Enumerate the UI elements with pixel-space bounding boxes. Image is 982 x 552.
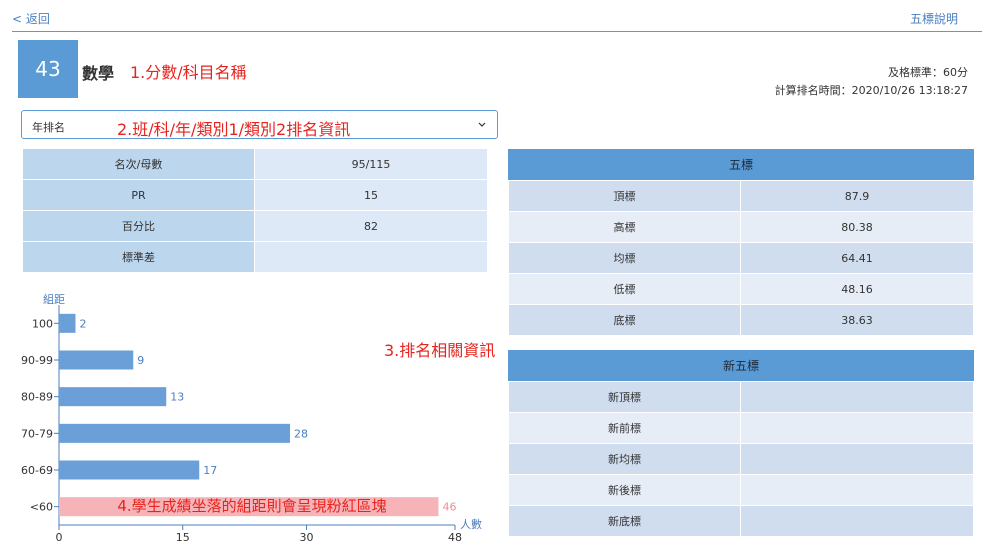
y-tick-label: 60-69 — [21, 464, 53, 477]
chevron-down-icon — [478, 122, 486, 127]
y-tick-label: 90-99 — [21, 354, 53, 367]
pass-line: 及格標準：60分 — [888, 66, 968, 79]
five-standards-title: 五標 — [508, 149, 974, 180]
top-bar — [12, 0, 982, 32]
rank-info-table: 名次/母數 95/115 PR 15 百分比 82 標準差 — [22, 148, 488, 273]
std-dev-value — [254, 241, 488, 273]
table-row: 名次/母數 95/115 — [22, 148, 488, 180]
bar — [59, 350, 134, 370]
rank-label: 名次/母數 — [22, 148, 255, 180]
x-tick-label: 48 — [448, 531, 462, 544]
new-five-standards-panel: 新五標 新頂標 新前標 新均標 新後標 新底標 — [508, 350, 974, 537]
rank-type-value: 年排名 — [32, 121, 65, 134]
table-row: 新後標 — [508, 474, 974, 506]
table-row: 新頂標 — [508, 381, 974, 413]
new-std-label: 新均標 — [508, 443, 741, 475]
y-tick-label: 100 — [32, 317, 53, 330]
std-label: 低標 — [508, 273, 741, 305]
std-label: 均標 — [508, 242, 741, 274]
table-row: 標準差 — [22, 241, 488, 273]
std-value: 80.38 — [740, 211, 974, 243]
bar-value-label: 2 — [80, 317, 87, 330]
y-tick-label: <60 — [30, 501, 53, 514]
new-five-standards-title: 新五標 — [508, 350, 974, 381]
pr-label: PR — [22, 179, 255, 211]
table-row: 高標 80.38 — [508, 211, 974, 243]
annotation-1: 1.分數/科目名稱 — [130, 63, 247, 82]
subject-title: 數學 — [82, 64, 115, 83]
table-row: 低標 48.16 — [508, 273, 974, 305]
bar-value-label: 28 — [294, 427, 308, 440]
std-dev-label: 標準差 — [22, 241, 255, 273]
y-tick-label: 70-79 — [21, 427, 53, 440]
table-row: 百分比 82 — [22, 210, 488, 242]
new-std-value — [740, 474, 974, 506]
bar-value-label: 13 — [170, 391, 184, 404]
x-tick-label: 30 — [300, 531, 314, 544]
pass-info: 及格標準：60分 計算排名時間：2020/10/26 13:18:27 — [775, 64, 968, 100]
std-value: 87.9 — [740, 180, 974, 212]
table-row: 新均標 — [508, 443, 974, 475]
table-row: 頂標 87.9 — [508, 180, 974, 212]
table-row: 新前標 — [508, 412, 974, 444]
table-row: 新底標 — [508, 505, 974, 537]
table-row: 均標 64.41 — [508, 242, 974, 274]
bar — [59, 387, 167, 407]
new-std-label: 新頂標 — [508, 381, 741, 413]
new-std-label: 新後標 — [508, 474, 741, 506]
std-value: 48.16 — [740, 273, 974, 305]
table-row: PR 15 — [22, 179, 488, 211]
bar-value-label: 9 — [137, 354, 144, 367]
std-label: 高標 — [508, 211, 741, 243]
calc-time: 計算排名時間：2020/10/26 13:18:27 — [774, 84, 968, 97]
x-tick-label: 0 — [56, 531, 63, 544]
five-standards-panel: 五標 頂標 87.9 高標 80.38 均標 64.41 低標 48.16 底標 38.6… — [508, 149, 974, 336]
bar-value-label: 46 — [443, 501, 457, 514]
score-distribution-chart: 組距 人數 0 15 30 48 100 2 90-99 9 80-89 13 70-79 28 60-… — [21, 293, 482, 544]
back-link[interactable]: < 返回 — [12, 10, 50, 27]
bar — [59, 460, 200, 480]
x-tick-label: 15 — [176, 531, 190, 544]
new-std-value — [740, 505, 974, 537]
new-std-value — [740, 381, 974, 413]
five-standards-table: 頂標 87.9 高標 80.38 均標 64.41 低標 48.16 底標 38.63 — [508, 180, 974, 336]
std-value: 64.41 — [740, 242, 974, 274]
bar-value-label: 17 — [203, 464, 217, 477]
annotation-2: 2.班/科/年/類別1/類別2排名資訊 — [117, 120, 351, 139]
table-row: 底標 38.63 — [508, 304, 974, 336]
annotation-4: 4.學生成績坐落的組距則會呈現粉紅區塊 — [117, 497, 386, 515]
chart-y-axis-label: 組距 — [43, 293, 65, 306]
bar — [59, 423, 290, 443]
std-label: 頂標 — [508, 180, 741, 212]
new-std-label: 新前標 — [508, 412, 741, 444]
new-std-value — [740, 443, 974, 475]
y-tick-label: 80-89 — [21, 391, 53, 404]
std-label: 底標 — [508, 304, 741, 336]
percent-value: 82 — [254, 210, 488, 242]
five-standards-help-link[interactable]: 五標說明 — [910, 10, 958, 27]
rank-value: 95/115 — [254, 148, 488, 180]
pr-value: 15 — [254, 179, 488, 211]
bar — [59, 313, 76, 333]
score-badge: 43 — [18, 40, 78, 98]
chart-x-axis-label: 人數 — [460, 518, 482, 531]
percent-label: 百分比 — [22, 210, 255, 242]
new-std-value — [740, 412, 974, 444]
std-value: 38.63 — [740, 304, 974, 336]
new-std-label: 新底標 — [508, 505, 741, 537]
new-five-standards-table: 新頂標 新前標 新均標 新後標 新底標 — [508, 381, 974, 537]
